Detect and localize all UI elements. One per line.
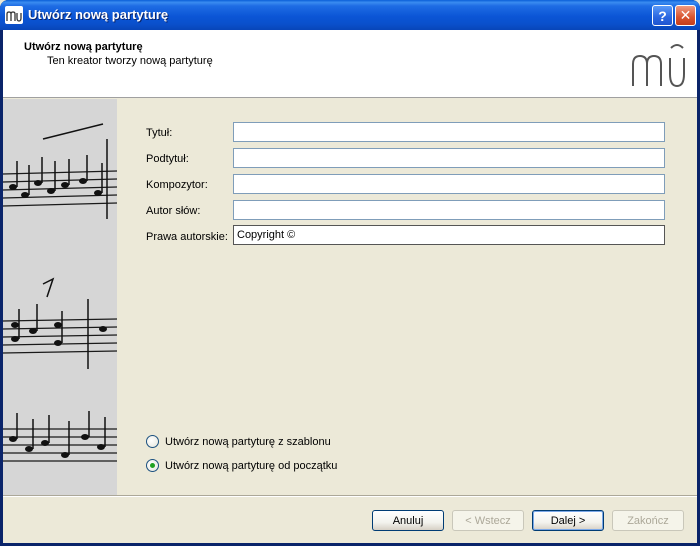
wizard-header: Utwórz nową partyturę Ten kreator tworzy… [3,30,697,98]
copyright-input[interactable] [233,225,665,245]
copyright-label: Prawa autorskie: [146,231,228,243]
composer-label: Kompozytor: [146,179,208,191]
page-subtitle: Ten kreator tworzy nową partyturę [47,55,213,67]
window-title: Utwórz nową partyturę [28,7,169,22]
subtitle-input[interactable] [233,148,665,168]
close-button[interactable]: ✕ [675,5,696,26]
lyricist-input[interactable] [233,200,665,220]
from-scratch-option-label: Utwórz nową partyturę od początku [165,459,338,472]
finish-button[interactable]: Zakończ [612,510,684,531]
from-scratch-option[interactable]: Utwórz nową partyturę od początku [146,459,337,472]
musescore-logo-icon [632,44,685,88]
subtitle-label: Podtytuł: [146,153,189,165]
template-option-label: Utwórz nową partyturę z szablonu [165,435,331,448]
template-option[interactable]: Utwórz nową partyturę z szablonu [146,435,331,448]
composer-input[interactable] [233,174,665,194]
title-label: Tytuł: [146,127,173,139]
lyricist-label: Autor słów: [146,205,201,217]
back-button[interactable]: < Wstecz [452,510,524,531]
template-radio[interactable] [146,435,159,448]
help-button[interactable]: ? [652,5,673,26]
sheet-music-image [3,99,117,495]
title-bar[interactable]: Utwórz nową partyturę ? ✕ [0,0,700,30]
title-input[interactable] [233,122,665,142]
from-scratch-radio[interactable] [146,459,159,472]
musescore-app-icon [5,6,23,24]
page-title: Utwórz nową partyturę [24,41,143,53]
footer-divider-highlight [3,496,697,497]
wizard-window: Utwórz nową partyturę ? ✕ Utwórz nową pa… [0,0,700,546]
dialog-client: Utwórz nową partyturę Ten kreator tworzy… [3,30,697,543]
next-button[interactable]: Dalej > [532,510,604,531]
cancel-button[interactable]: Anuluj [372,510,444,531]
